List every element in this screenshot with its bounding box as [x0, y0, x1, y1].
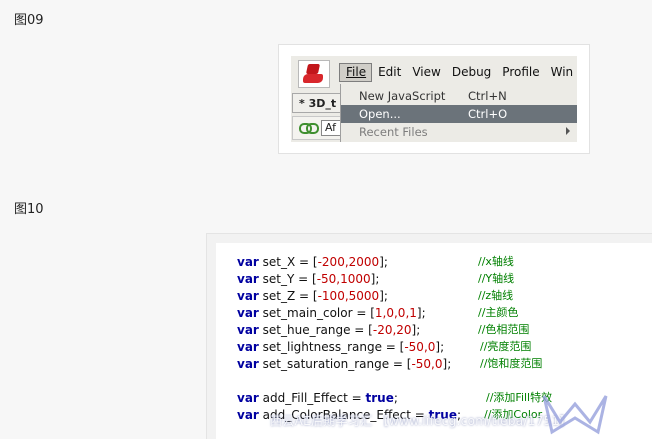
code-punct: ]; — [379, 255, 388, 269]
code-value: -50,0 — [411, 357, 443, 371]
code-punct: ]; — [411, 323, 421, 337]
code-value: -20,20 — [372, 323, 412, 337]
menu-item-recent-files[interactable]: Recent Files — [341, 123, 577, 141]
code-line: var set_saturation_range = [-50,0]; — [237, 356, 451, 372]
link-icon[interactable] — [299, 123, 319, 134]
code-line: var set_Z = [-100,5000]; — [237, 288, 388, 304]
code-keyword: var — [237, 306, 259, 320]
menu-profile[interactable]: Profile — [496, 63, 544, 82]
figure-10-label: 图10 — [14, 202, 44, 217]
code-comment: //x轴线 — [478, 255, 514, 268]
code-comment: //饱和度范围 — [480, 357, 543, 370]
code-identifier: set_Y = [ — [258, 272, 317, 286]
code-value: -200,2000 — [317, 255, 380, 269]
code-line: var set_lightness_range = [-50,0]; — [237, 339, 444, 355]
code-line: var set_Y = [-50,1000]; — [237, 271, 379, 287]
code-keyword: var — [237, 255, 259, 269]
code-identifier: set_saturation_range = [ — [258, 357, 412, 371]
menu-edit[interactable]: Edit — [372, 63, 406, 82]
code-punct: ]; — [379, 289, 388, 303]
figure-09-label: 图09 — [14, 13, 44, 28]
code-identifier: set_main_color = [ — [258, 306, 375, 320]
code-punct: ]; — [435, 340, 445, 354]
code-comment: //z轴线 — [478, 289, 514, 302]
code-identifier: set_hue_range = [ — [258, 323, 373, 337]
code-value: -50,0 — [404, 340, 436, 354]
figure-09-screenshot: File Edit View Debug Profile Win * 3D_t … — [278, 44, 590, 154]
code-comment: //主颜色 — [478, 306, 519, 319]
code-punct: ]; — [442, 357, 452, 371]
code-keyword: var — [237, 272, 259, 286]
menu-window[interactable]: Win — [545, 63, 577, 82]
code-value: -100,5000 — [317, 289, 380, 303]
code-line: var add_Fill_Effect = true; — [237, 390, 398, 406]
code-comment: //亮度范围 — [480, 340, 532, 353]
code-keyword: var — [237, 340, 259, 354]
menu-item-new-javascript[interactable]: New JavaScript Ctrl+N — [341, 87, 577, 105]
code-identifier: set_Z = [ — [258, 289, 318, 303]
code-value: -50,1000 — [316, 272, 371, 286]
code-keyword: var — [237, 391, 259, 405]
file-menu-dropdown: New JavaScript Ctrl+N Open... Ctrl+O Rec… — [340, 84, 577, 142]
code-line: var set_main_color = [1,0,0,1]; — [237, 305, 426, 321]
extendscript-window: File Edit View Debug Profile Win * 3D_t … — [291, 56, 577, 142]
code-line: var set_X = [-200,2000]; — [237, 254, 388, 270]
code-comment: //色相范围 — [478, 323, 530, 336]
watermark-logo-icon — [542, 395, 608, 435]
submenu-arrow-icon — [566, 127, 570, 135]
code-comment: //Y轴线 — [478, 272, 515, 285]
code-value: 1,0,0,1 — [374, 306, 417, 320]
code-identifier: add_Fill_Effect = — [258, 391, 366, 405]
code-keyword: var — [237, 408, 259, 422]
code-punct: ; — [393, 391, 398, 405]
code-identifier: set_X = [ — [258, 255, 318, 269]
menu-debug[interactable]: Debug — [446, 63, 496, 82]
watermark: 西云AE后期学习汇 【www.lifecg.com/tieba/1751】 — [270, 414, 572, 428]
code-identifier: set_lightness_range = [ — [258, 340, 405, 354]
code-value: true — [365, 391, 394, 405]
code-keyword: var — [237, 289, 259, 303]
code-punct: ]; — [370, 272, 380, 286]
menu-item-open[interactable]: Open... Ctrl+O — [341, 105, 577, 123]
menu-view[interactable]: View — [406, 63, 445, 82]
code-keyword: var — [237, 357, 259, 371]
code-punct: ]; — [416, 306, 426, 320]
code-keyword: var — [237, 323, 259, 337]
code-line: var set_hue_range = [-20,20]; — [237, 322, 420, 338]
menu-file[interactable]: File — [339, 63, 373, 82]
app-logo-icon — [298, 60, 330, 88]
menu-bar: File Edit View Debug Profile Win — [339, 63, 577, 83]
